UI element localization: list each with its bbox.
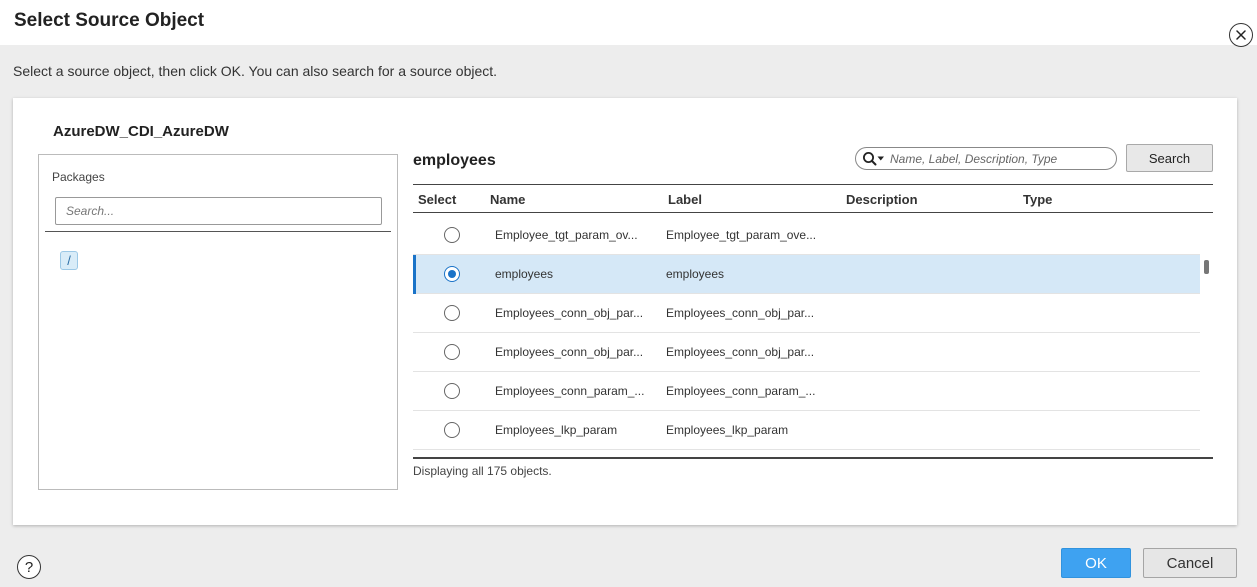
packages-search-input[interactable] — [55, 197, 382, 225]
help-button[interactable]: ? — [17, 555, 41, 579]
packages-label: Packages — [52, 170, 105, 184]
table-row[interactable]: employees employees — [413, 255, 1200, 294]
row-name: Employee_tgt_param_ov... — [495, 228, 638, 242]
row-label: employees — [666, 267, 725, 281]
table-row[interactable]: Employee_tgt_param_ov... Employee_tgt_pa… — [413, 216, 1200, 255]
packages-panel: Packages / — [38, 154, 398, 490]
row-name: Employees_conn_obj_par... — [495, 345, 644, 359]
close-button[interactable] — [1229, 23, 1253, 47]
ok-button[interactable]: OK — [1061, 548, 1131, 578]
column-header-select: Select — [418, 192, 457, 207]
row-name: Employees_conn_obj_par... — [495, 306, 644, 320]
dialog-header: Select Source Object — [0, 0, 1257, 45]
package-root-item[interactable]: / — [60, 251, 78, 270]
table-row[interactable]: Employees_lkp_param Employees_lkp_param — [413, 411, 1200, 450]
row-name: Employees_lkp_param — [495, 423, 618, 437]
table-bottom-rule — [413, 457, 1213, 459]
object-search-input[interactable] — [890, 150, 1112, 167]
column-header-type[interactable]: Type — [1023, 192, 1052, 207]
row-label: Employees_conn_obj_par... — [666, 306, 815, 320]
objects-title: employees — [413, 152, 496, 169]
row-select-radio[interactable] — [444, 305, 460, 321]
table-row[interactable]: Employees_conn_param_... Employees_conn_… — [413, 372, 1200, 411]
row-name: Employees_conn_param_... — [495, 384, 645, 398]
search-button[interactable]: Search — [1126, 144, 1213, 172]
connection-name: AzureDW_CDI_AzureDW — [53, 123, 229, 140]
table-row[interactable]: Employees_conn_obj_par... Employees_conn… — [413, 294, 1200, 333]
row-name: employees — [495, 267, 554, 281]
objects-table-body: Employee_tgt_param_ov... Employee_tgt_pa… — [413, 216, 1200, 452]
objects-count-status: Displaying all 175 objects. — [413, 464, 552, 478]
row-select-radio[interactable] — [444, 383, 460, 399]
close-icon — [1236, 30, 1246, 40]
row-label: Employee_tgt_param_ove... — [666, 228, 817, 242]
row-select-radio[interactable] — [444, 344, 460, 360]
table-row[interactable]: Employees_conn_obj_par... Employees_conn… — [413, 333, 1200, 372]
table-top-rule — [413, 184, 1213, 185]
row-label: Employees_lkp_param — [666, 423, 789, 437]
cancel-button[interactable]: Cancel — [1143, 548, 1237, 578]
column-header-name[interactable]: Name — [490, 192, 525, 207]
row-select-radio[interactable] — [444, 422, 460, 438]
column-header-description[interactable]: Description — [846, 192, 918, 207]
search-icon — [863, 152, 884, 166]
table-header-rule — [413, 212, 1213, 213]
column-header-label[interactable]: Label — [668, 192, 702, 207]
table-scrollbar[interactable] — [1201, 216, 1213, 452]
dialog-title: Select Source Object — [14, 10, 205, 31]
search-options-dropdown[interactable] — [862, 151, 886, 167]
row-select-radio[interactable] — [444, 227, 460, 243]
packages-divider — [45, 231, 391, 232]
row-label: Employees_conn_param_... — [666, 384, 816, 398]
content-panel: AzureDW_CDI_AzureDW Packages / employees… — [13, 98, 1237, 525]
row-select-radio[interactable] — [444, 266, 460, 282]
scrollbar-thumb[interactable] — [1204, 260, 1209, 274]
row-label: Employees_conn_obj_par... — [666, 345, 815, 359]
object-search-box[interactable] — [855, 147, 1117, 170]
dialog-instruction: Select a source object, then click OK. Y… — [13, 63, 498, 79]
